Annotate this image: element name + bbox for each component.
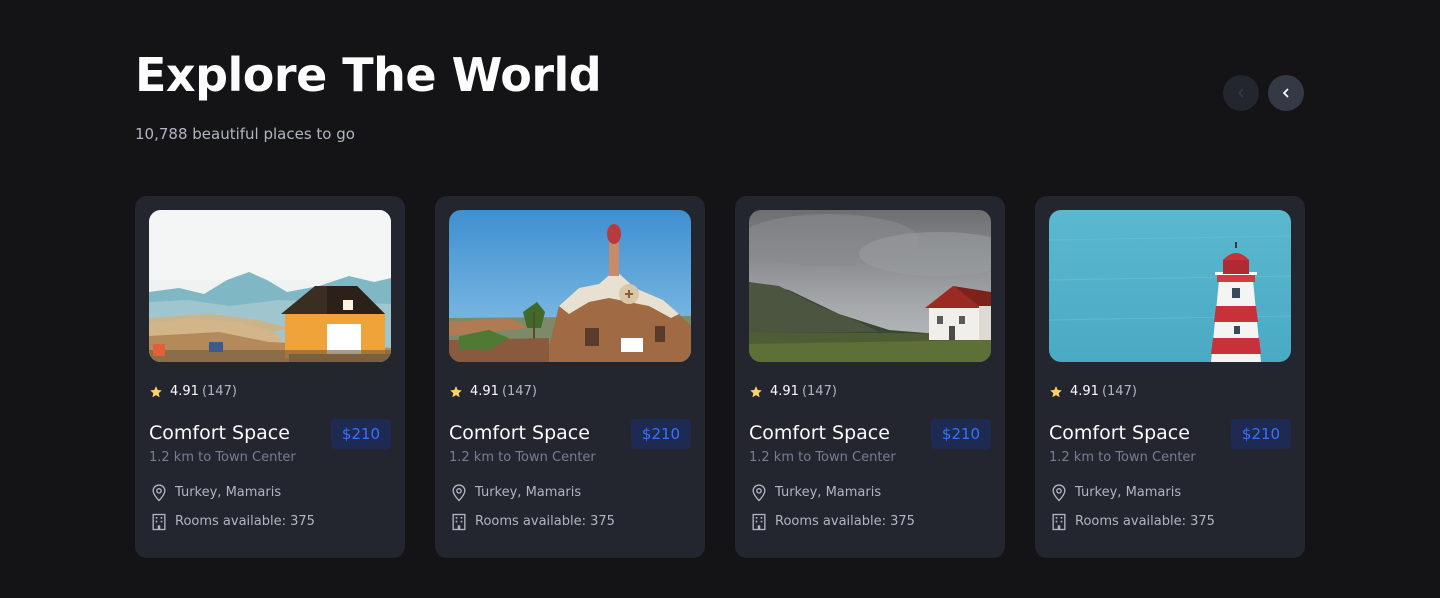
house-landscape-photo[interactable] xyxy=(149,210,391,362)
location-row: Turkey, Mamaris xyxy=(149,483,281,503)
rating-score: 4.91 xyxy=(470,384,499,399)
price-badge: $210 xyxy=(331,419,391,449)
carousel-next-button[interactable] xyxy=(1268,75,1304,111)
distance-text: 1.2 km to Town Center xyxy=(1049,450,1196,465)
map-pin-icon xyxy=(152,484,166,502)
map-pin-icon xyxy=(1052,484,1066,502)
rooms-text: Rooms available: 375 xyxy=(175,514,315,529)
rating: 4.91 (147) xyxy=(149,384,237,400)
lighthouse-sea-photo[interactable] xyxy=(1049,210,1291,362)
star-icon xyxy=(1050,386,1062,398)
rooms-text: Rooms available: 375 xyxy=(1075,514,1215,529)
explore-section: Explore The World 10,788 beautiful place… xyxy=(0,0,1440,598)
rating-score: 4.91 xyxy=(170,384,199,399)
map-pin-icon xyxy=(752,484,766,502)
place-name[interactable]: Comfort Space xyxy=(149,421,290,445)
location-row: Turkey, Mamaris xyxy=(449,483,581,503)
location-row: Turkey, Mamaris xyxy=(749,483,881,503)
map-pin-icon xyxy=(452,484,466,502)
price-badge: $210 xyxy=(1231,419,1291,449)
star-icon xyxy=(750,386,762,398)
building-icon xyxy=(452,513,466,531)
chevron-left-icon xyxy=(1238,88,1244,98)
star-icon xyxy=(150,386,162,398)
building-icon xyxy=(752,513,766,531)
rooms-row: Rooms available: 375 xyxy=(449,512,615,532)
rating: 4.91 (147) xyxy=(749,384,837,400)
location-text: Turkey, Mamaris xyxy=(775,485,882,500)
rating-score: 4.91 xyxy=(770,384,799,399)
rooms-text: Rooms available: 375 xyxy=(475,514,615,529)
rooms-row: Rooms available: 375 xyxy=(1049,512,1215,532)
place-card[interactable]: 4.91 (147) Comfort Space $210 1.2 km to … xyxy=(435,196,705,558)
coastal-house-photo[interactable] xyxy=(749,210,991,362)
distance-text: 1.2 km to Town Center xyxy=(149,450,296,465)
carousel-nav xyxy=(1223,75,1304,111)
distance-text: 1.2 km to Town Center xyxy=(749,450,896,465)
rooms-row: Rooms available: 375 xyxy=(749,512,915,532)
chevron-left-icon xyxy=(1283,88,1289,98)
rating: 4.91 (147) xyxy=(449,384,537,400)
building-icon xyxy=(1052,513,1066,531)
mosaic-building-photo[interactable] xyxy=(449,210,691,362)
rooms-row: Rooms available: 375 xyxy=(149,512,315,532)
location-text: Turkey, Mamaris xyxy=(175,485,282,500)
distance-text: 1.2 km to Town Center xyxy=(449,450,596,465)
location-text: Turkey, Mamaris xyxy=(475,485,582,500)
price-badge: $210 xyxy=(931,419,991,449)
place-name[interactable]: Comfort Space xyxy=(449,421,590,445)
place-card[interactable]: 4.91 (147) Comfort Space $210 1.2 km to … xyxy=(135,196,405,558)
rating-score: 4.91 xyxy=(1070,384,1099,399)
place-name[interactable]: Comfort Space xyxy=(1049,421,1190,445)
page-title: Explore The World xyxy=(135,48,602,102)
page-subtitle: 10,788 beautiful places to go xyxy=(135,125,355,143)
price-badge: $210 xyxy=(631,419,691,449)
star-icon xyxy=(450,386,462,398)
rating-count: (147) xyxy=(501,384,537,399)
location-row: Turkey, Mamaris xyxy=(1049,483,1181,503)
place-card[interactable]: 4.91 (147) Comfort Space $210 1.2 km to … xyxy=(1035,196,1305,558)
building-icon xyxy=(152,513,166,531)
card-list: 4.91 (147) Comfort Space $210 1.2 km to … xyxy=(135,196,1305,558)
location-text: Turkey, Mamaris xyxy=(1075,485,1182,500)
rating-count: (147) xyxy=(1101,384,1137,399)
carousel-prev-button[interactable] xyxy=(1223,75,1259,111)
rating: 4.91 (147) xyxy=(1049,384,1137,400)
place-name[interactable]: Comfort Space xyxy=(749,421,890,445)
rooms-text: Rooms available: 375 xyxy=(775,514,915,529)
rating-count: (147) xyxy=(801,384,837,399)
rating-count: (147) xyxy=(201,384,237,399)
place-card[interactable]: 4.91 (147) Comfort Space $210 1.2 km to … xyxy=(735,196,1005,558)
